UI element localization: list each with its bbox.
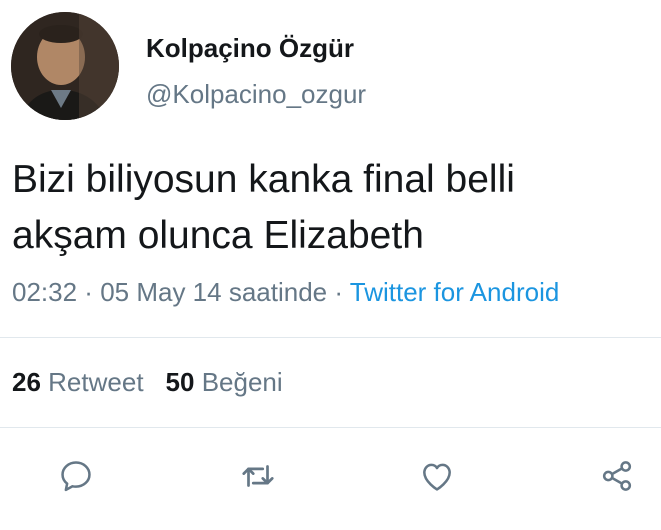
display-name[interactable]: Kolpaçino Özgür [146,33,354,64]
user-handle[interactable]: @Kolpacino_ozgur [146,79,366,110]
retweet-label: Retweet [48,367,144,397]
divider [0,427,661,428]
avatar-image [11,12,119,120]
tweet-source-link[interactable]: Twitter for Android [350,277,560,307]
share-icon [602,461,632,491]
retweet-icon [242,465,274,487]
tweet-meta: 02:32 · 05 May 14 saatinde · Twitter for… [12,277,559,308]
reply-button[interactable] [50,450,102,502]
retweet-stat[interactable]: 26 Retweet [12,367,144,397]
like-count: 50 [165,367,195,397]
share-button[interactable] [591,450,643,502]
like-label: Beğeni [201,367,283,397]
like-stat[interactable]: 50 Beğeni [166,367,283,397]
tweet-time[interactable]: 02:32 [12,277,77,307]
like-icon [423,463,451,491]
tweet-text-line: akşam olunca Elizabeth [12,214,424,257]
tweet-actions [0,450,661,502]
tweet-text: Bizi biliyosun kanka final belli akşam o… [12,152,642,264]
tweet-text-line: Bizi biliyosun kanka final belli [12,158,515,201]
tweet-date[interactable]: 05 May 14 saatinde [100,277,327,307]
divider [0,337,661,338]
like-button[interactable] [411,450,463,502]
tweet-stats: 26 Retweet 50 Beğeni [12,367,283,398]
meta-separator: · [77,277,101,307]
avatar[interactable] [11,12,119,120]
tweet-header: Kolpaçino Özgür @Kolpacino_ozgur [11,12,651,122]
meta-separator: · [327,277,350,307]
reply-icon [61,461,91,492]
retweet-button[interactable] [232,450,284,502]
retweet-count: 26 [12,367,41,397]
